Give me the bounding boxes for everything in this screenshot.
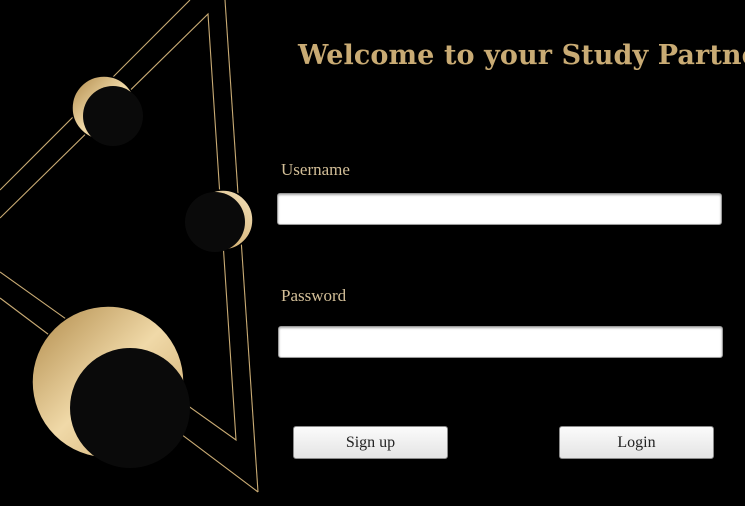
crescent-moon-icon (31, 305, 190, 468)
password-input[interactable] (278, 326, 723, 358)
crescent-moon-icon (185, 189, 254, 252)
crescent-moon-icon (71, 75, 143, 146)
page-title: Welcome to your Study Partner (298, 40, 745, 71)
username-input[interactable] (277, 193, 722, 225)
username-label: Username (281, 160, 350, 179)
sign-up-button[interactable]: Sign up (293, 426, 448, 459)
login-window: Welcome to your Study Partner Username P… (0, 0, 745, 506)
login-button[interactable]: Login (559, 426, 714, 459)
password-label: Password (281, 286, 347, 305)
